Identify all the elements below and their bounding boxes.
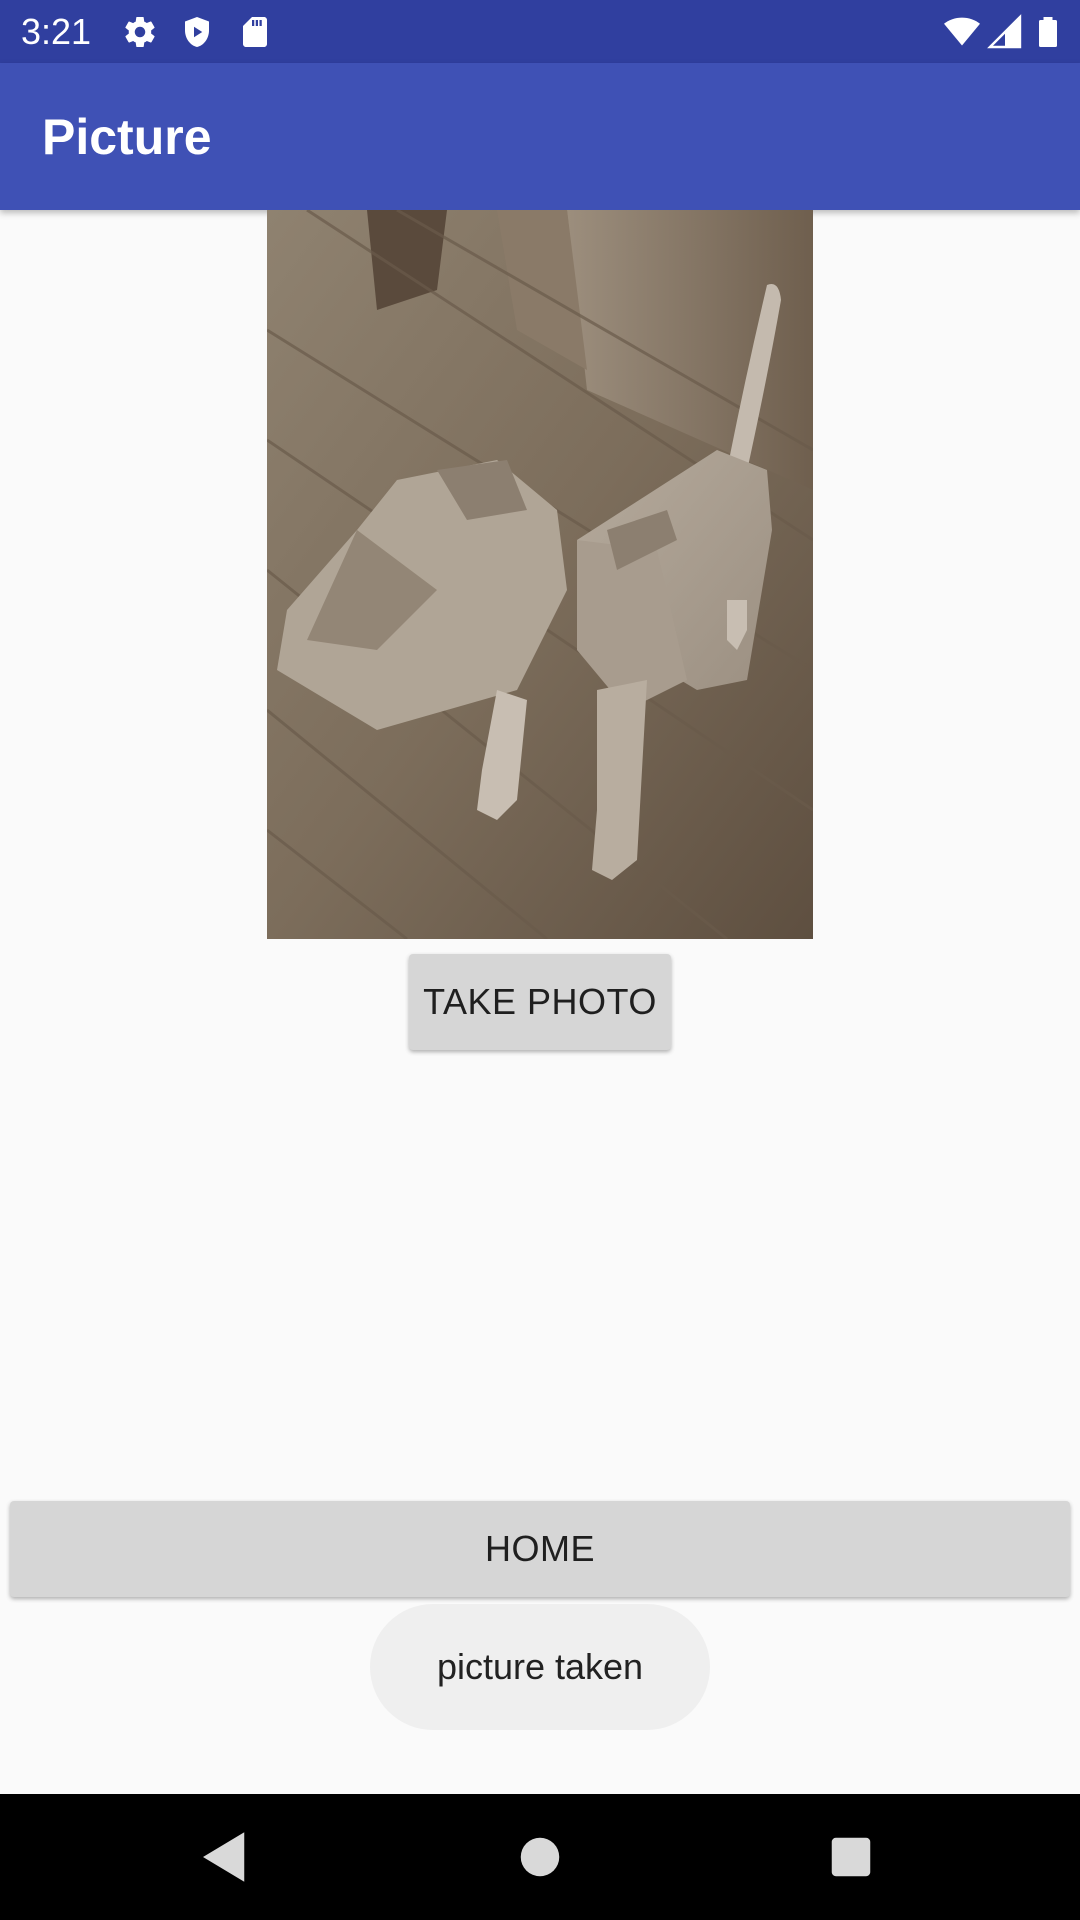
back-icon[interactable] bbox=[192, 1824, 258, 1890]
navigation-bar bbox=[0, 1794, 1080, 1920]
wifi-icon bbox=[944, 14, 980, 50]
home-button[interactable]: HOME bbox=[10, 1501, 1070, 1597]
captured-photo bbox=[267, 210, 813, 939]
status-time: 3:21 bbox=[21, 11, 92, 52]
settings-gear-icon bbox=[122, 14, 158, 50]
app-bar: Picture bbox=[0, 63, 1080, 210]
toast-message: picture taken bbox=[370, 1604, 710, 1730]
app-title: Picture bbox=[42, 109, 212, 165]
signal-icon bbox=[987, 14, 1023, 50]
take-photo-button[interactable]: TAKE PHOTO bbox=[409, 954, 671, 1050]
screen: 3:21 Picture TAKE PHOTO HOME picture tak… bbox=[0, 0, 1080, 1920]
status-bar: 3:21 bbox=[0, 0, 1080, 63]
battery-icon bbox=[1030, 14, 1066, 50]
sd-card-icon bbox=[237, 14, 273, 50]
recents-icon[interactable] bbox=[818, 1824, 884, 1890]
home-icon[interactable] bbox=[507, 1824, 573, 1890]
shield-icon bbox=[179, 14, 215, 50]
